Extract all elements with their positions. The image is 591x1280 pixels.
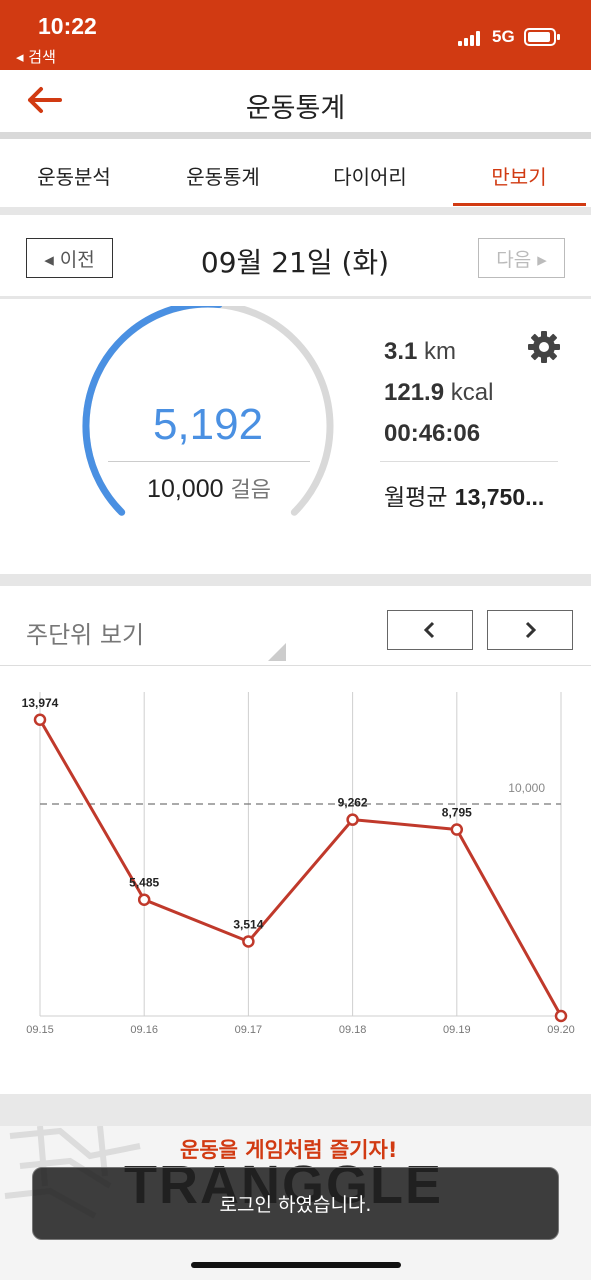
tabs-divider: [0, 207, 591, 215]
distance-value: 3.1: [384, 338, 418, 365]
summary-divider: [0, 574, 591, 586]
status-back-to-search[interactable]: ◂ 검색: [16, 46, 56, 67]
data-label: 8,795: [442, 806, 472, 820]
app-header: 운동통계: [0, 70, 591, 132]
series-line: [38, 719, 563, 1017]
weekly-view-select[interactable]: 주단위 보기: [26, 615, 144, 650]
chevron-left-icon: [423, 621, 435, 639]
monthly-average-value: 13,750...: [454, 484, 545, 510]
battery-icon: [524, 28, 560, 46]
weekly-steps-chart: 10,000 09.15 09.16 09.17 09.18 09.19 09.20 13,9…: [22, 692, 575, 1036]
steps-goal-unit: 걸음: [230, 477, 271, 502]
data-label: 5,485: [129, 876, 159, 890]
calories-value: 121.9: [384, 379, 445, 406]
tab-pedometer[interactable]: 만보기: [459, 161, 579, 190]
x-tick-label: 09.17: [235, 1024, 263, 1036]
calories-stat: 121.9 kcal: [384, 379, 493, 407]
next-day-button[interactable]: 다음 ▸: [478, 238, 565, 278]
date-navigation: ◂ 이전 09월 21일 (화) 다음 ▸: [0, 215, 591, 297]
tab-statistics[interactable]: 운동통계: [163, 161, 283, 190]
tab-diary[interactable]: 다이어리: [310, 161, 430, 190]
x-tick-label: 09.15: [26, 1024, 54, 1036]
gear-icon[interactable]: [527, 330, 561, 364]
data-label: 9,262: [338, 796, 368, 810]
toast-message: 로그인 하였습니다.: [32, 1167, 559, 1240]
status-time: 10:22: [38, 13, 97, 39]
data-point: [346, 813, 359, 826]
x-tick-label: 09.18: [339, 1024, 367, 1036]
duration-value: 00:46:06: [384, 420, 481, 447]
next-week-button[interactable]: [487, 610, 573, 650]
distance-stat: 3.1 km: [384, 338, 456, 366]
data-label: 13,974: [22, 696, 59, 710]
goal-line-label: 10,000: [508, 781, 545, 795]
home-indicator: [191, 1262, 401, 1268]
active-tab-indicator: [453, 203, 586, 206]
dropdown-corner-icon: [268, 643, 286, 661]
duration-stat: 00:46:06: [384, 420, 480, 448]
data-label: 3,514: [233, 918, 263, 932]
prev-week-button[interactable]: [387, 610, 473, 650]
page-title: 운동통계: [245, 93, 346, 124]
x-tick-label: 09.19: [443, 1024, 471, 1036]
network-label: 5G: [492, 27, 515, 46]
data-point: [450, 823, 464, 836]
steps-goal-value: 10,000: [147, 475, 224, 503]
data-point: [137, 893, 151, 906]
tab-analysis[interactable]: 운동분석: [14, 161, 134, 190]
header-divider: [0, 132, 591, 139]
gauge-divider: [108, 461, 310, 462]
data-point: [242, 935, 255, 948]
signal-icon: [458, 30, 484, 46]
distance-unit: km: [424, 338, 457, 365]
steps-goal: 10,000 걸음: [108, 472, 310, 504]
data-point: [554, 1009, 568, 1023]
chart-bottom-divider: [0, 1094, 591, 1126]
status-bar: 10:22 ◂ 검색 5G: [0, 0, 591, 70]
calories-unit: kcal: [450, 379, 494, 406]
chevron-right-icon: [525, 621, 537, 639]
prev-day-button[interactable]: ◂ 이전: [26, 238, 113, 278]
stats-divider: [380, 461, 558, 462]
x-tick-label: 09.16: [130, 1024, 158, 1036]
monthly-average-label: 월평균: [384, 485, 448, 511]
current-date: 09월 21일 (화): [200, 246, 390, 279]
monthly-average: 월평균 13,750...: [384, 478, 544, 512]
steps-count: 5,192: [152, 400, 264, 449]
tab-bar: 운동분석 운동통계 다이어리 만보기: [0, 139, 591, 207]
data-point: [33, 713, 47, 727]
x-tick-label: 09.20: [547, 1024, 575, 1036]
date-divider: [0, 296, 591, 299]
